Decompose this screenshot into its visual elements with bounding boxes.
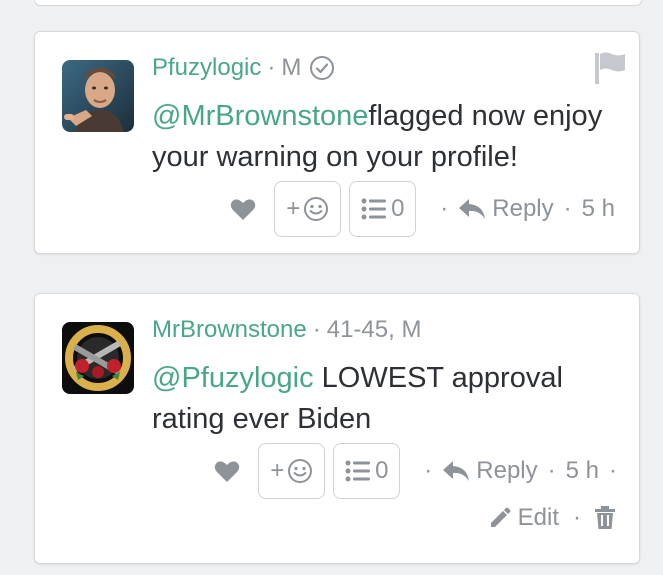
timestamp: 5 h [581,195,615,222]
separator: · [440,195,449,222]
reply-label: Reply [476,457,538,484]
add-reaction-button[interactable]: + [274,181,342,237]
add-reaction-button[interactable]: + [258,443,326,499]
list-count-button[interactable]: 0 [333,443,401,499]
smiley-icon [304,197,329,221]
mention-link[interactable]: @MrBrownstone [152,100,368,132]
separator: · [424,457,433,484]
trash-icon[interactable] [595,506,615,530]
pencil-icon [490,507,511,527]
reply-button[interactable]: Reply [458,195,554,223]
man-pointing-avatar-icon [62,60,134,132]
avatar[interactable] [62,322,134,394]
heart-icon[interactable] [230,198,256,221]
comment-card: MrBrownstone · 41-45, M @Pfuzylogic LOWE… [34,293,640,564]
user-details: M [281,54,302,81]
comment-card: Pfuzylogic · M @MrBrownstoneflagged now … [34,31,640,254]
reply-label: Reply [492,195,554,222]
owner-actions: Edit · [488,504,615,532]
list-count: 0 [391,195,405,222]
separator: · [573,504,581,531]
guns-n-roses-logo-avatar-icon [62,322,134,394]
separator: · [547,457,556,484]
reply-arrow-icon [459,199,486,219]
username-link[interactable]: Pfuzylogic [152,54,261,82]
meta-separator: · [312,316,321,343]
separator: · [609,457,617,484]
mention-link[interactable]: @Pfuzylogic [152,362,314,394]
plus-label: + [286,195,301,222]
flag-icon[interactable] [594,51,626,90]
comment-meta: Pfuzylogic · M [152,54,335,82]
list-icon [361,198,387,220]
comment-body: @Pfuzylogic LOWEST approval rating ever … [152,358,622,440]
user-details: 41-45, M [326,316,422,343]
edit-button[interactable]: Edit [488,504,559,532]
heart-icon[interactable] [214,460,240,483]
reply-button[interactable]: Reply [442,457,538,485]
comment-body: @MrBrownstoneflagged now enjoy your warn… [152,96,622,178]
comment-meta: MrBrownstone · 41-45, M [152,316,421,344]
username-link[interactable]: MrBrownstone [152,316,307,344]
reply-arrow-icon [443,461,470,481]
meta-separator: · [267,54,276,81]
previous-comment-card-edge [34,0,642,6]
list-count-button[interactable]: 0 [349,181,417,237]
smiley-icon [288,459,313,483]
timestamp: 5 h [565,457,599,484]
comment-actions: + 0 · Reply · 5 h · [214,443,617,499]
edit-label: Edit [517,504,559,531]
list-count: 0 [375,457,389,484]
list-icon [345,460,371,482]
comment-actions: + 0 · Reply · 5 h [230,181,615,237]
separator: · [563,195,572,222]
avatar[interactable] [62,60,134,132]
plus-label: + [270,457,285,484]
verified-check-icon [309,55,335,81]
